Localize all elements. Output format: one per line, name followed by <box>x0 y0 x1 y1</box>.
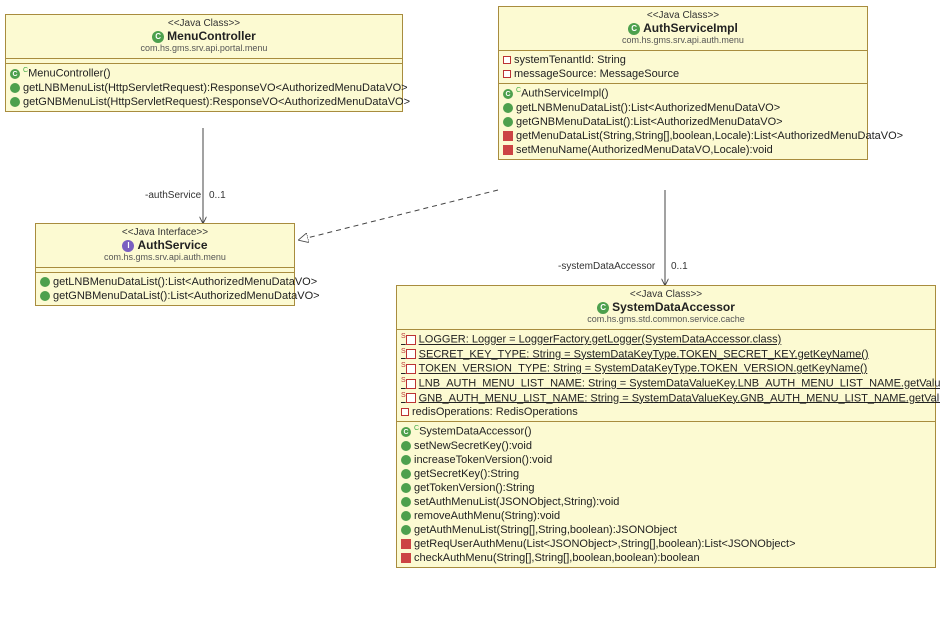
constructor-icon <box>401 427 411 437</box>
method: getAuthMenuList(String[],String,boolean)… <box>414 524 677 536</box>
method-public-icon <box>10 83 20 93</box>
field-private-icon <box>503 56 511 64</box>
field: messageSource: MessageSource <box>514 68 679 80</box>
field: LOGGER: Logger = LoggerFactory.getLogger… <box>419 334 782 346</box>
edge-label-authservice: -authService <box>145 190 201 201</box>
interface-package: com.hs.gms.srv.api.auth.menu <box>40 252 290 262</box>
interface-authservice: <<Java Interface>> IAuthService com.hs.g… <box>35 223 295 306</box>
edge-mult-authservice: 0..1 <box>209 190 226 201</box>
method-private-icon <box>401 553 411 563</box>
field: LNB_AUTH_MENU_LIST_NAME: String = System… <box>419 378 940 390</box>
field-static-icon <box>406 379 416 389</box>
field: GNB_AUTH_MENU_LIST_NAME: String = System… <box>419 392 940 404</box>
field-private-icon <box>503 70 511 78</box>
class-systemdataaccessor: <<Java Class>> CSystemDataAccessor com.h… <box>396 285 936 568</box>
method: getGNBMenuDataList():List<AuthorizedMenu… <box>516 116 783 128</box>
field-static-icon <box>406 335 416 345</box>
method: getSecretKey():String <box>414 468 519 480</box>
field-static-icon <box>406 393 416 403</box>
constructor: AuthServiceImpl() <box>521 88 608 100</box>
method-public-icon <box>503 117 513 127</box>
method: getMenuDataList(String,String[],boolean,… <box>516 130 903 142</box>
edge-mult-sysdata: 0..1 <box>671 261 688 272</box>
field: TOKEN_VERSION_TYPE: String = SystemDataK… <box>419 363 868 375</box>
class-title: MenuController <box>167 29 256 43</box>
stereotype: <<Java Class>> <box>503 10 863 21</box>
field-private-icon <box>401 408 409 416</box>
edge-label-sysdata: -systemDataAccessor <box>558 261 655 272</box>
stereotype: <<Java Class>> <box>10 18 398 29</box>
method: checkAuthMenu(String[],String[],boolean,… <box>414 552 700 564</box>
field: redisOperations: RedisOperations <box>412 406 578 418</box>
constructor-icon <box>503 89 513 99</box>
class-icon: C <box>597 302 609 314</box>
class-package: com.hs.gms.srv.api.auth.menu <box>503 35 863 45</box>
class-package: com.hs.gms.std.common.service.cache <box>401 314 931 324</box>
constructor-icon <box>10 69 20 79</box>
stereotype: <<Java Interface>> <box>40 227 290 238</box>
stereotype: <<Java Class>> <box>401 289 931 300</box>
field-static-icon <box>406 364 416 374</box>
method-public-icon <box>401 469 411 479</box>
class-title: SystemDataAccessor <box>612 300 735 314</box>
interface-icon: I <box>122 240 134 252</box>
class-title: AuthServiceImpl <box>643 21 738 35</box>
method: removeAuthMenu(String):void <box>414 510 560 522</box>
method: setMenuName(AuthorizedMenuDataVO,Locale)… <box>516 144 773 156</box>
method-private-icon <box>503 131 513 141</box>
class-menucontroller: <<Java Class>> CMenuController com.hs.gm… <box>5 14 403 112</box>
method-public-icon <box>401 441 411 451</box>
method: getLNBMenuDataList():List<AuthorizedMenu… <box>516 102 780 114</box>
field: SECRET_KEY_TYPE: String = SystemDataKeyT… <box>419 348 869 360</box>
method-public-icon <box>401 455 411 465</box>
method: getGNBMenuList(HttpServletRequest):Respo… <box>23 96 410 108</box>
method-public-icon <box>40 277 50 287</box>
method: increaseTokenVersion():void <box>414 454 552 466</box>
constructor: MenuController() <box>28 68 111 80</box>
interface-title: AuthService <box>137 238 207 252</box>
method: getTokenVersion():String <box>414 482 534 494</box>
method-private-icon <box>401 539 411 549</box>
method: getLNBMenuDataList():List<AuthorizedMenu… <box>53 276 317 288</box>
method-public-icon <box>401 483 411 493</box>
method-public-icon <box>401 497 411 507</box>
method-private-icon <box>503 145 513 155</box>
class-authserviceimpl: <<Java Class>> CAuthServiceImpl com.hs.g… <box>498 6 868 160</box>
field: systemTenantId: String <box>514 54 626 66</box>
method-public-icon <box>10 97 20 107</box>
method-public-icon <box>401 511 411 521</box>
method: getGNBMenuDataList():List<AuthorizedMenu… <box>53 290 320 302</box>
field-static-icon <box>406 349 416 359</box>
method-public-icon <box>40 291 50 301</box>
class-package: com.hs.gms.srv.api.portal.menu <box>10 43 398 53</box>
method: setNewSecretKey():void <box>414 440 532 452</box>
method: setAuthMenuList(JSONObject,String):void <box>414 496 619 508</box>
method: getReqUserAuthMenu(List<JSONObject>,Stri… <box>414 538 796 550</box>
class-icon: C <box>152 31 164 43</box>
constructor: SystemDataAccessor() <box>419 426 531 438</box>
method: getLNBMenuList(HttpServletRequest):Respo… <box>23 82 408 94</box>
method-public-icon <box>503 103 513 113</box>
method-public-icon <box>401 525 411 535</box>
class-icon: C <box>628 23 640 35</box>
